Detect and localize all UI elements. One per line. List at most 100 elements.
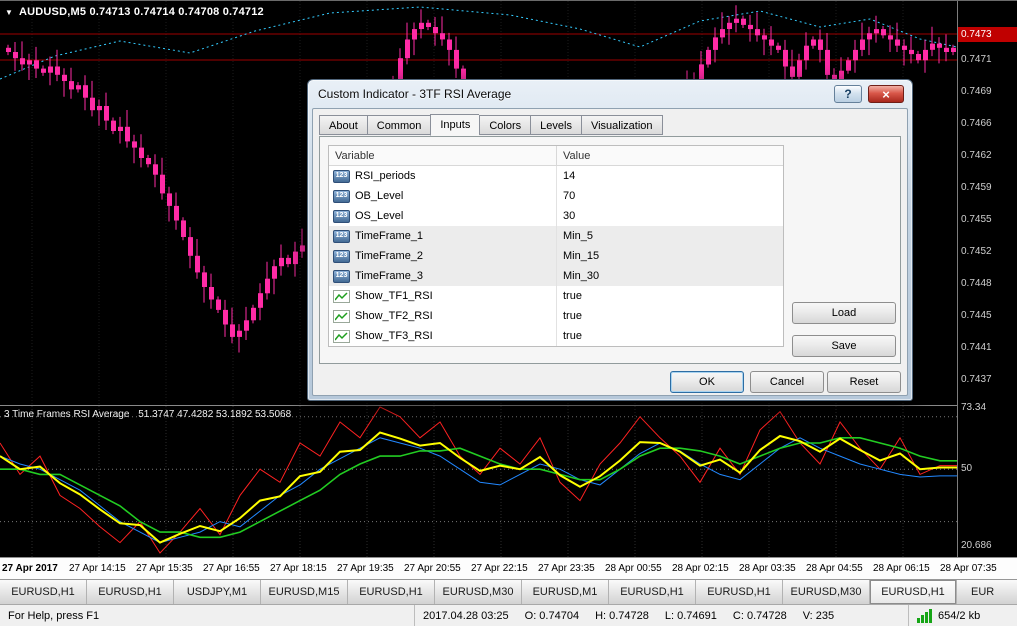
variable-cell[interactable]: 123 OS_Level	[329, 206, 556, 226]
indicator-scale-label: 50	[961, 463, 972, 474]
variable-cell[interactable]: 123RSI_periods	[329, 166, 556, 186]
variable-cell[interactable]: Show_TF2_RSI	[329, 306, 556, 326]
input-row[interactable]: Show_TF2_RSI true	[329, 306, 783, 326]
input-row[interactable]: 123RSI_periods14	[329, 166, 783, 186]
price-scale-label: 0.7462	[961, 150, 992, 161]
time-axis[interactable]: 27 Apr 201727 Apr 14:1527 Apr 15:3527 Ap…	[0, 557, 1017, 579]
chart-window-tab[interactable]: EURUSD,M1	[522, 580, 609, 604]
value-cell[interactable]: Min_15	[556, 246, 783, 266]
chart-window-tab[interactable]: EURUSD,M15	[261, 580, 348, 604]
time-axis-label: 28 Apr 03:35	[739, 563, 796, 574]
rsi-indicator-canvas[interactable]	[0, 405, 958, 557]
dialog-tab-visualization[interactable]: Visualization	[581, 115, 663, 135]
value-cell[interactable]: true	[556, 326, 783, 346]
statusbar-quote-cell: 2017.04.28 03:25 O: 0.74704 H: 0.74728 L…	[415, 605, 909, 626]
price-scale[interactable]: 0.7473 0.74710.74690.74660.74620.74590.7…	[958, 1, 1017, 557]
dialog-tab-inputs[interactable]: Inputs	[430, 114, 479, 136]
numeric-input-icon: 123	[333, 210, 350, 223]
variable-name: Show_TF3_RSI	[355, 326, 433, 346]
variable-name: TimeFrame_1	[355, 226, 423, 246]
time-axis-label: 27 Apr 18:15	[270, 563, 327, 574]
variable-cell[interactable]: 123 TimeFrame_2	[329, 246, 556, 266]
indicator-line-icon	[333, 310, 350, 323]
time-axis-label: 28 Apr 02:15	[672, 563, 729, 574]
input-row[interactable]: Show_TF1_RSItrue	[329, 286, 783, 306]
dialog-close-button[interactable]: ×	[868, 85, 904, 103]
variable-cell[interactable]: 123TimeFrame_1	[329, 226, 556, 246]
inputs-table-header: Variable Value	[329, 146, 783, 166]
chart-window-tab[interactable]: EURUSD,H1	[0, 580, 87, 604]
dialog-help-button[interactable]: ?	[834, 85, 862, 103]
input-row[interactable]: 123TimeFrame_1Min_5	[329, 226, 783, 246]
input-row[interactable]: 123TimeFrame_3Min_30	[329, 266, 783, 286]
variable-cell[interactable]: 123OB_Level	[329, 186, 556, 206]
variable-cell[interactable]: 123TimeFrame_3	[329, 266, 556, 286]
time-axis-label: 27 Apr 22:15	[471, 563, 528, 574]
dialog-body: AboutCommonInputsColorsLevelsVisualizati…	[312, 108, 908, 396]
chart-window-tab[interactable]: EURUSD,H1	[348, 580, 435, 604]
value-cell[interactable]: 30	[556, 206, 783, 226]
indicator-values-label: 51.3747 47.4282 53.1892 53.5068	[138, 409, 291, 420]
value-cell[interactable]: Min_5	[556, 226, 783, 246]
price-scale-label: 0.7445	[961, 310, 992, 321]
status-bar: For Help, press F1 2017.04.28 03:25 O: 0…	[0, 604, 1017, 626]
chart-window-tab[interactable]: EURUSD,H1	[870, 580, 957, 604]
value-cell[interactable]: 14	[556, 166, 783, 186]
chart-dropdown-icon[interactable]: ▼	[5, 8, 13, 17]
chart-window-tab[interactable]: EURUSD,H1	[609, 580, 696, 604]
input-row[interactable]: 123 TimeFrame_2 Min_15	[329, 246, 783, 266]
indicator-line-icon	[333, 290, 350, 303]
variable-name: OS_Level	[355, 206, 403, 226]
value-cell[interactable]: Min_30	[556, 266, 783, 286]
statusbar-high: H: 0.74728	[595, 610, 649, 622]
variable-cell[interactable]: Show_TF3_RSI	[329, 326, 556, 346]
chart-window-tab[interactable]: EURUSD,H1	[696, 580, 783, 604]
statusbar-help-text: For Help, press F1	[0, 605, 415, 626]
value-cell[interactable]: true	[556, 286, 783, 306]
value-cell[interactable]: 70	[556, 186, 783, 206]
inputs-tab-page: Variable Value 123RSI_periods14123OB_Lev…	[319, 136, 901, 364]
variable-name: RSI_periods	[355, 166, 416, 186]
dialog-tab-colors[interactable]: Colors	[479, 115, 530, 135]
time-axis-label: 28 Apr 07:35	[940, 563, 997, 574]
chart-quotes-label: 0.74713 0.74714 0.74708 0.74712	[89, 6, 263, 18]
load-button[interactable]: Load	[792, 302, 896, 324]
ok-button[interactable]: OK	[670, 371, 744, 393]
indicator-scale-label: 73.34	[961, 402, 986, 413]
time-axis-label: 28 Apr 04:55	[806, 563, 863, 574]
chart-window-tab[interactable]: EURUSD,H1	[87, 580, 174, 604]
indicator-line-icon	[333, 330, 350, 343]
time-axis-label: 28 Apr 00:55	[605, 563, 662, 574]
time-axis-label: 27 Apr 16:55	[203, 563, 260, 574]
metatrader-window: ▼ AUDUSD,M5 0.74713 0.74714 0.74708 0.74…	[0, 0, 1017, 626]
chart-window-tab[interactable]: EURUSD,M30	[783, 580, 870, 604]
numeric-input-icon: 123	[333, 250, 350, 263]
reset-button[interactable]: Reset	[827, 371, 901, 393]
chart-window-tab[interactable]: USDJPY,M1	[174, 580, 261, 604]
variable-name: TimeFrame_3	[355, 266, 423, 286]
time-axis-label: 27 Apr 20:55	[404, 563, 461, 574]
dialog-tab-common[interactable]: Common	[367, 115, 431, 135]
indicator-scale-label: 20.686	[961, 540, 992, 551]
chart-window-tab[interactable]: EUR	[957, 580, 1017, 604]
time-axis-label: 27 Apr 19:35	[337, 563, 394, 574]
value-cell[interactable]: true	[556, 306, 783, 326]
chart-header: ▼ AUDUSD,M5 0.74713 0.74714 0.74708 0.74…	[5, 6, 264, 18]
dialog-tab-about[interactable]: About	[319, 115, 367, 135]
inputs-table[interactable]: Variable Value 123RSI_periods14123OB_Lev…	[328, 145, 784, 347]
time-axis-label: 28 Apr 06:15	[873, 563, 930, 574]
statusbar-volume: V: 235	[803, 610, 834, 622]
chart-window-tab[interactable]: EURUSD,M30	[435, 580, 522, 604]
cancel-button[interactable]: Cancel	[750, 371, 824, 393]
variable-cell[interactable]: Show_TF1_RSI	[329, 286, 556, 306]
dialog-tab-levels[interactable]: Levels	[530, 115, 581, 135]
dialog-titlebar[interactable]: Custom Indicator - 3TF RSI Average	[308, 80, 912, 108]
variable-name: Show_TF2_RSI	[355, 306, 433, 326]
statusbar-close: C: 0.74728	[733, 610, 787, 622]
save-button[interactable]: Save	[792, 335, 896, 357]
input-row[interactable]: 123OB_Level70	[329, 186, 783, 206]
variable-name: TimeFrame_2	[355, 246, 423, 266]
input-row[interactable]: 123 OS_Level 30	[329, 206, 783, 226]
custom-indicator-dialog: Custom Indicator - 3TF RSI Average ? × A…	[307, 79, 913, 401]
input-row[interactable]: Show_TF3_RSI true	[329, 326, 783, 346]
